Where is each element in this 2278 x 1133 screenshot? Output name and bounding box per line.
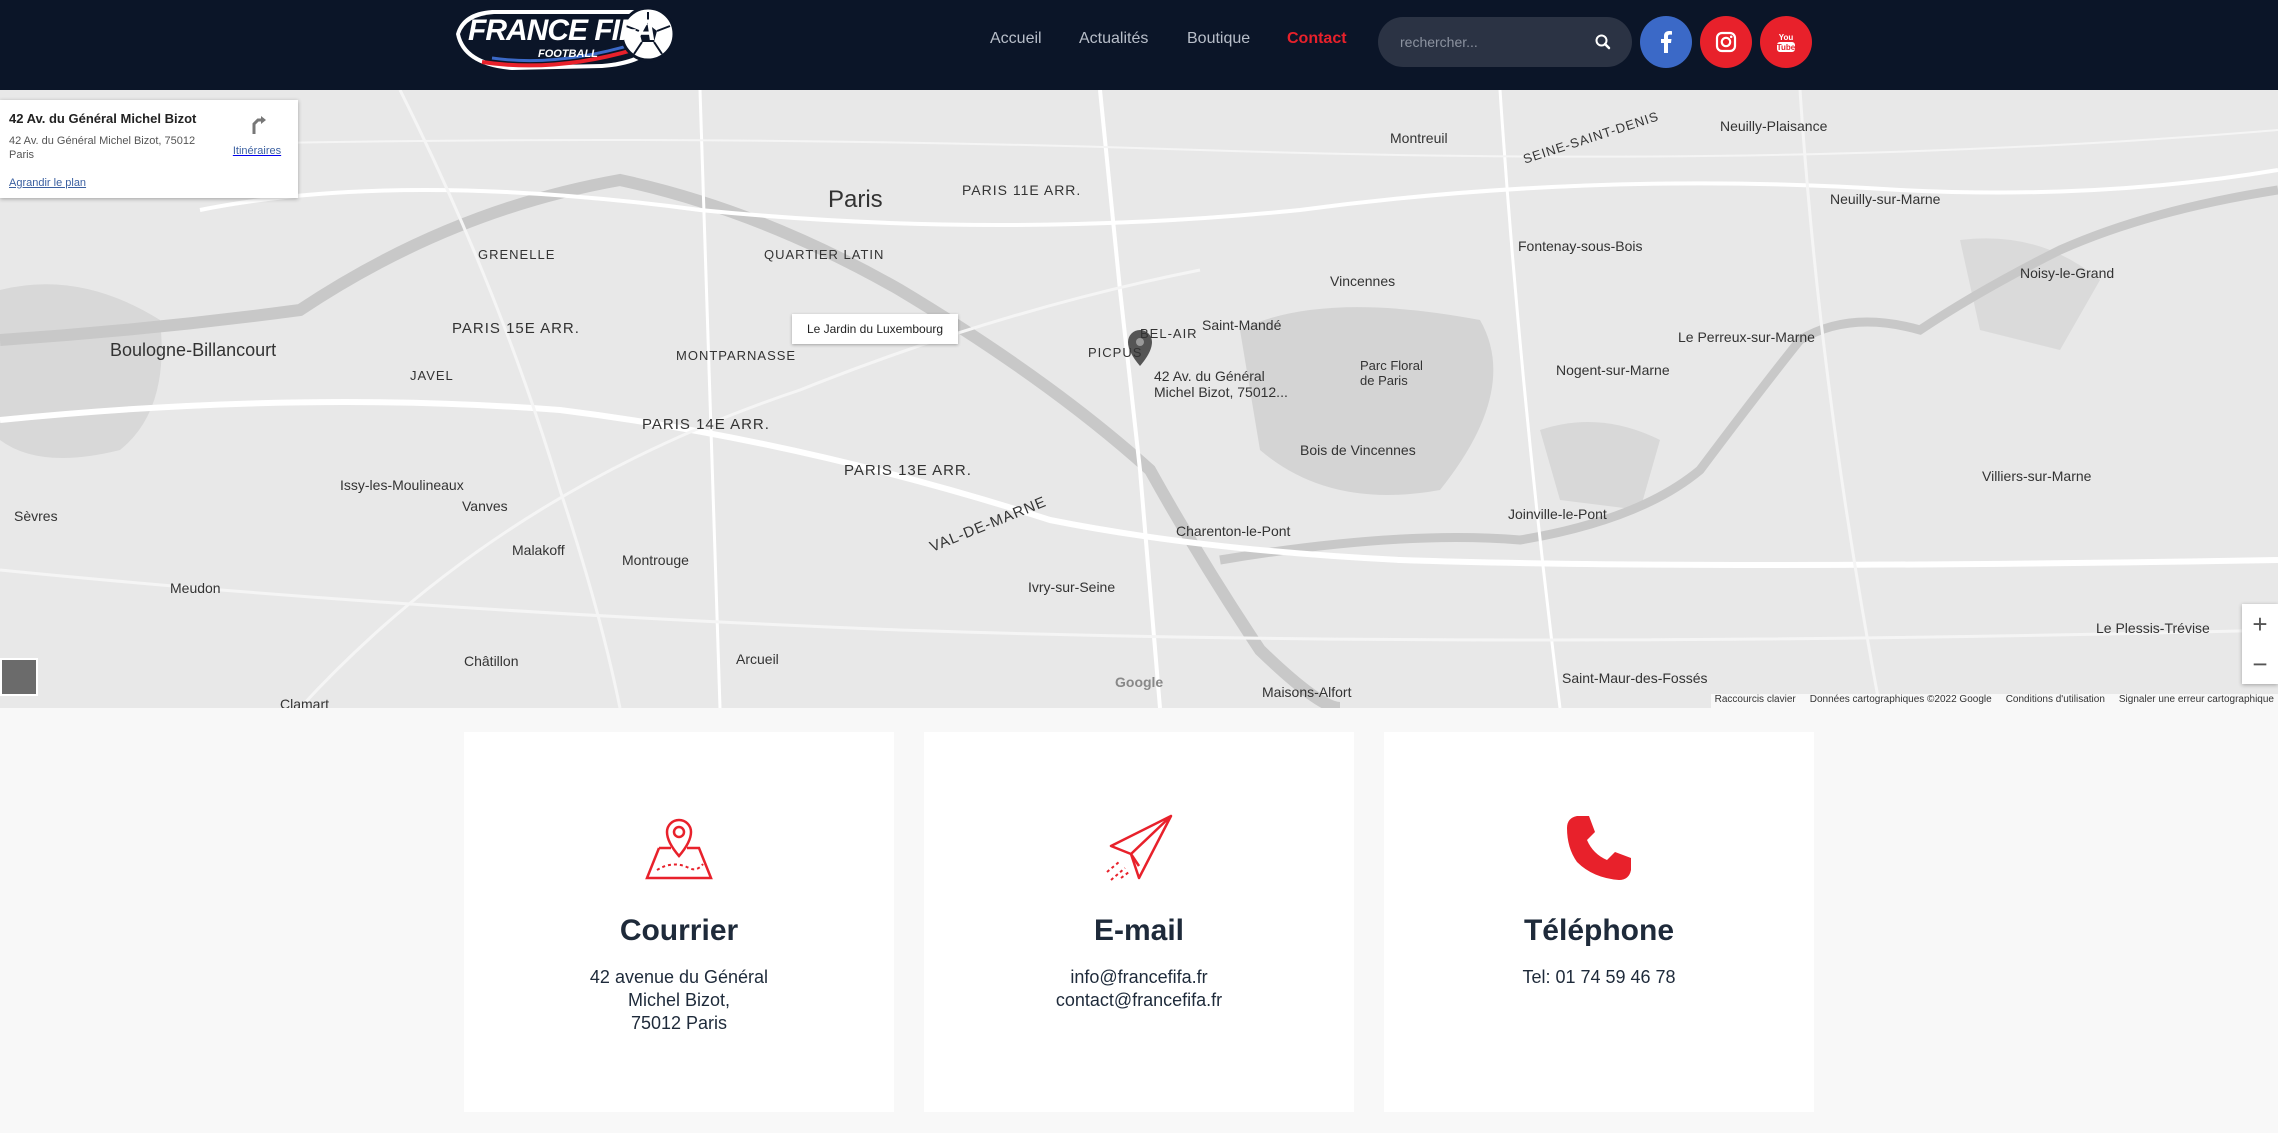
map-label-neuilly-marne: Neuilly-sur-Marne — [1830, 191, 1941, 207]
zoom-controls: + − — [2242, 604, 2278, 684]
youtube-icon: YouTube — [1777, 33, 1796, 52]
map-label-parc-floral: Parc Floral de Paris — [1360, 358, 1423, 388]
phone-link[interactable]: Tel: 01 74 59 46 78 — [1384, 966, 1814, 989]
map-label-fontenay: Fontenay-sous-Bois — [1518, 238, 1643, 254]
nav-boutique[interactable]: Boutique — [1187, 30, 1250, 48]
zoom-out-button[interactable]: − — [2242, 644, 2278, 684]
phone-icon — [1567, 816, 1631, 880]
search-box — [1378, 17, 1632, 67]
search-input[interactable] — [1400, 30, 1590, 54]
instagram-icon — [1715, 31, 1737, 53]
map-label-nogent: Nogent-sur-Marne — [1556, 362, 1670, 378]
map-label-quartier-latin: QUARTIER LATIN — [764, 247, 885, 262]
facebook-button[interactable] — [1640, 16, 1692, 68]
logo-subtext: FOOTBALL — [538, 48, 598, 60]
instagram-button[interactable] — [1700, 16, 1752, 68]
google-logo: Google — [1115, 674, 1164, 690]
map-data-credit: Données cartographiques ©2022 Google — [1809, 694, 1992, 705]
map-label-boulogne: Boulogne-Billancourt — [110, 340, 277, 360]
map-marker-label: 42 Av. du Général Michel Bizot, 75012... — [1154, 368, 1288, 400]
map-label-montreuil: Montreuil — [1390, 130, 1448, 146]
map-label-saint-mande: Saint-Mandé — [1202, 317, 1282, 333]
card-body: info@francefifa.fr contact@francefifa.fr — [924, 966, 1354, 1012]
map-label-plessis: Le Plessis-Trévise — [2096, 620, 2210, 636]
map-label-paris11: PARIS 11E ARR. — [962, 182, 1082, 198]
card-title: Courrier — [619, 914, 739, 947]
svg-text:You: You — [1779, 33, 1794, 42]
card-email: E-mail info@francefifa.fr contact@france… — [924, 732, 1354, 1112]
map-label-charenton: Charenton-le-Pont — [1176, 523, 1291, 539]
keyboard-shortcuts-link[interactable]: Raccourcis clavier — [1715, 694, 1796, 708]
map-label-montrouge: Montrouge — [622, 552, 689, 568]
map-label-grenelle: GRENELLE — [478, 247, 556, 262]
enlarge-map-link[interactable]: Agrandir le plan — [9, 177, 86, 189]
info-title: 42 Av. du Général Michel Bizot — [9, 111, 197, 126]
terms-link[interactable]: Conditions d'utilisation — [2006, 694, 2105, 708]
address-line-3: 75012 Paris — [630, 1013, 728, 1033]
card-telephone: Téléphone Tel: 01 74 59 46 78 — [1384, 732, 1814, 1112]
nav-accueil[interactable]: Accueil — [990, 30, 1042, 48]
map-label-paris13: PARIS 13E ARR. — [844, 462, 972, 479]
map-attribution: Raccourcis clavier Données cartographiqu… — [1710, 694, 2278, 708]
map-label-vanves: Vanves — [462, 498, 508, 514]
map-label-meudon: Meudon — [170, 580, 221, 596]
map-label-maisons-alfort: Maisons-Alfort — [1262, 684, 1352, 700]
address-line-1: 42 avenue du Général — [589, 967, 769, 987]
map-label-ivry: Ivry-sur-Seine — [1028, 579, 1116, 595]
satellite-toggle[interactable] — [0, 658, 38, 696]
map-background — [0, 90, 2278, 708]
email-link-contact[interactable]: contact@francefifa.fr — [924, 989, 1354, 1012]
map-label-noisy: Noisy-le-Grand — [2020, 265, 2115, 281]
card-courrier: Courrier 42 avenue du Général Michel Biz… — [464, 732, 894, 1112]
map-label-chatillon: Châtillon — [464, 653, 519, 669]
google-map[interactable]: Paris Boulogne-Billancourt Montreuil Vin… — [0, 90, 2278, 708]
paper-plane-icon — [1106, 814, 1173, 881]
address-line-2: Michel Bizot, — [627, 990, 731, 1010]
map-label-sevres: Sèvres — [14, 508, 58, 524]
nav-actualites[interactable]: Actualités — [1079, 30, 1148, 48]
logo[interactable]: FRANCE FIFA FOOTBALL — [452, 4, 682, 76]
map-label-paris: Paris — [828, 186, 883, 213]
map-label-javel: JAVEL — [410, 368, 454, 383]
map-label-clamart: Clamart — [280, 696, 330, 708]
site-header: FRANCE FIFA FOOTBALL Accueil Actualités … — [0, 0, 2278, 90]
map-label-picpus: PICPUS — [1088, 345, 1143, 360]
directions-button[interactable]: Itinéraires — [222, 114, 292, 157]
directions-label: Itinéraires — [232, 145, 282, 157]
map-pin-icon — [645, 818, 713, 880]
map-label-bel-air: BEL-AIR — [1140, 326, 1198, 341]
map-label-perreux: Le Perreux-sur-Marne — [1678, 329, 1815, 345]
card-body: Tel: 01 74 59 46 78 — [1384, 966, 1814, 989]
report-error-link[interactable]: Signaler une erreur cartographique — [2119, 694, 2274, 708]
email-link-info[interactable]: info@francefifa.fr — [924, 966, 1354, 989]
map-label-montparnasse: MONTPARNASSE — [676, 348, 797, 363]
directions-icon — [252, 116, 266, 134]
map-label-paris14: PARIS 14E ARR. — [642, 416, 770, 433]
map-label-bois-vincennes: Bois de Vincennes — [1300, 442, 1416, 458]
card-body: 42 avenue du Général Michel Bizot, 75012… — [464, 966, 894, 1035]
card-title: E-mail — [1093, 914, 1185, 947]
zoom-in-button[interactable]: + — [2242, 604, 2278, 644]
svg-text:Tube: Tube — [1777, 43, 1796, 52]
search-icon[interactable] — [1594, 33, 1612, 51]
map-label-paris15: PARIS 15E ARR. — [452, 320, 580, 337]
map-label-issy: Issy-les-Moulineaux — [340, 477, 464, 493]
nav-contact[interactable]: Contact — [1287, 30, 1347, 48]
facebook-icon — [1661, 31, 1672, 53]
map-tooltip: Le Jardin du Luxembourg — [792, 314, 958, 344]
youtube-button[interactable]: You Tube — [1760, 16, 1812, 68]
map-label-arcueil: Arcueil — [736, 651, 779, 667]
map-label-saint-maur: Saint-Maur-des-Fossés — [1562, 670, 1708, 686]
map-label-vincennes: Vincennes — [1330, 273, 1396, 289]
map-label-joinville: Joinville-le-Pont — [1508, 506, 1607, 522]
map-label-malakoff: Malakoff — [512, 542, 565, 558]
map-info-box: 42 Av. du Général Michel Bizot 42 Av. du… — [0, 100, 298, 198]
map-label-neuilly-plaisance: Neuilly-Plaisance — [1720, 118, 1828, 134]
logo-text: FRANCE FIFA — [468, 14, 656, 47]
card-title: Téléphone — [1523, 914, 1674, 947]
map-label-villiers: Villiers-sur-Marne — [1982, 468, 2092, 484]
info-address: 42 Av. du Général Michel Bizot, 75012 Pa… — [9, 135, 196, 161]
